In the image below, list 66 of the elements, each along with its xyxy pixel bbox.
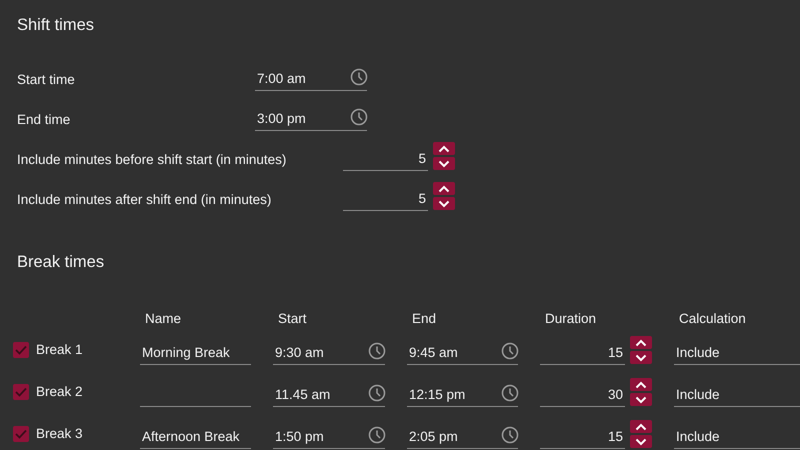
clock-icon[interactable] xyxy=(368,384,386,402)
clock-icon[interactable] xyxy=(501,426,519,444)
clock-icon[interactable] xyxy=(368,426,386,444)
time-field[interactable]: 12:15 pm xyxy=(407,382,518,407)
time-field[interactable]: 3:00 pm xyxy=(255,106,367,131)
checkbox[interactable] xyxy=(13,342,29,358)
decrement-button[interactable] xyxy=(433,197,455,210)
chevron-up-icon[interactable] xyxy=(635,380,647,388)
check-icon[interactable] xyxy=(15,386,27,396)
column-header: Duration xyxy=(544,311,598,326)
chevron-down-icon[interactable] xyxy=(635,354,647,362)
break-label: Break 2 xyxy=(36,384,83,399)
check-icon[interactable] xyxy=(15,344,27,354)
decrement-button[interactable] xyxy=(630,393,652,406)
break-label: Break 1 xyxy=(36,342,83,357)
increment-button[interactable] xyxy=(630,336,652,349)
increment-button[interactable] xyxy=(433,182,455,195)
select-field[interactable]: Include xyxy=(674,382,800,407)
checkbox[interactable] xyxy=(13,384,29,400)
column-header: End xyxy=(411,311,438,326)
clock-icon[interactable] xyxy=(501,342,519,360)
select-field[interactable]: Include xyxy=(674,424,800,449)
chevron-up-icon[interactable] xyxy=(438,144,450,152)
increment-button[interactable] xyxy=(630,378,652,391)
column-header: Name xyxy=(144,311,182,326)
number-field[interactable]: 15 xyxy=(540,340,625,365)
decrement-button[interactable] xyxy=(630,351,652,364)
decrement-button[interactable] xyxy=(433,157,455,170)
checkbox[interactable] xyxy=(13,426,29,442)
field-label: Start time xyxy=(17,72,76,89)
time-field[interactable]: 2:05 pm xyxy=(407,424,518,449)
number-field[interactable]: 30 xyxy=(540,382,625,407)
chevron-down-icon[interactable] xyxy=(635,438,647,446)
clock-icon[interactable] xyxy=(350,68,368,86)
increment-button[interactable] xyxy=(630,420,652,433)
text-field[interactable]: Afternoon Break xyxy=(140,424,251,449)
select-field[interactable]: Include xyxy=(674,340,800,365)
column-header: Calculation xyxy=(678,311,747,326)
section-title: Shift times xyxy=(17,15,96,36)
chevron-down-icon[interactable] xyxy=(635,396,647,404)
time-field[interactable]: 9:45 am xyxy=(407,340,518,365)
chevron-up-icon[interactable] xyxy=(635,422,647,430)
field-label: End time xyxy=(17,112,72,129)
field-label: Include minutes before shift start (in minutes) xyxy=(17,152,288,169)
number-field[interactable]: 15 xyxy=(540,424,625,449)
decrement-button[interactable] xyxy=(630,435,652,448)
increment-button[interactable] xyxy=(433,142,455,155)
time-field[interactable]: 9:30 am xyxy=(273,340,385,365)
chevron-down-icon[interactable] xyxy=(438,200,450,208)
time-field[interactable]: 7:00 am xyxy=(255,66,367,91)
clock-icon[interactable] xyxy=(501,384,519,402)
clock-icon[interactable] xyxy=(368,342,386,360)
number-field[interactable]: 5 xyxy=(343,186,428,211)
field-label: Include minutes after shift end (in minutes) xyxy=(17,192,272,209)
chevron-down-icon[interactable] xyxy=(438,160,450,168)
section-title: Break times xyxy=(17,252,106,273)
number-field[interactable]: 5 xyxy=(343,146,428,171)
column-header: Start xyxy=(277,311,308,326)
text-field[interactable]: Morning Break xyxy=(140,340,251,365)
clock-icon[interactable] xyxy=(350,108,368,126)
chevron-up-icon[interactable] xyxy=(438,184,450,192)
time-field[interactable]: 1:50 pm xyxy=(273,424,385,449)
time-field[interactable]: 11.45 am xyxy=(273,382,385,407)
chevron-up-icon[interactable] xyxy=(635,338,647,346)
check-icon[interactable] xyxy=(15,428,27,438)
break-label: Break 3 xyxy=(36,426,83,441)
